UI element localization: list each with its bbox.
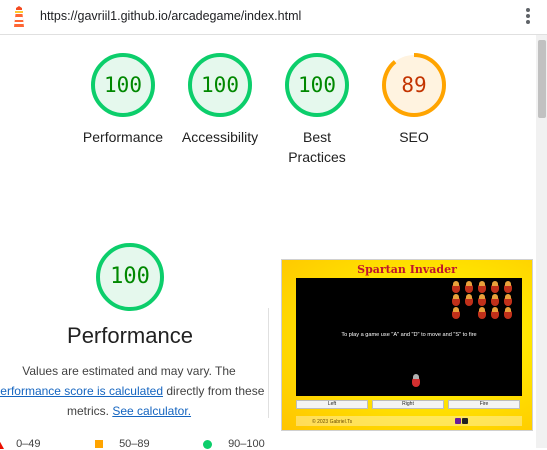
desc-text-2-part-a: directly from these <box>166 384 265 398</box>
right-button[interactable]: Right <box>372 400 444 409</box>
seo-label: SEO <box>399 129 429 145</box>
enemy-icon <box>450 307 462 320</box>
enemy-icon <box>489 281 501 294</box>
performance-score: 100 <box>104 73 142 97</box>
performance-detail-score: 100 <box>110 264 150 289</box>
enemy-icon <box>476 281 488 294</box>
address-bar: https://gavriil1.github.io/arcadegame/in… <box>0 0 547 35</box>
game-title: Spartan Invader <box>357 263 457 276</box>
copyright-text: © 2023 Gabriel.Ts <box>312 419 353 425</box>
legend-pass: 90–100 <box>203 438 265 450</box>
enemy-icon <box>476 294 488 307</box>
performance-description: Values are estimated and may vary. The p… <box>0 361 268 421</box>
desc-text-1: Values are estimated and may vary. The <box>22 364 236 378</box>
desc-text-2-part-b: metrics. <box>66 404 109 418</box>
enemy-icon <box>463 294 475 307</box>
lighthouse-icon <box>14 6 24 27</box>
performance-gauge[interactable]: 100 <box>90 52 156 118</box>
best-practices-label: Best Practices <box>288 129 346 165</box>
fire-button[interactable]: Fire <box>448 400 520 409</box>
legend-pass-range: 90–100 <box>228 438 265 450</box>
scrollbar-thumb[interactable] <box>538 40 546 118</box>
fail-triangle-icon <box>0 439 4 449</box>
enemy-icon <box>489 307 501 320</box>
section-divider <box>268 308 269 418</box>
performance-detail-title: Performance <box>67 323 193 348</box>
enemy-icon <box>502 307 514 320</box>
accessibility-label: Accessibility <box>181 129 259 145</box>
enemy-icon <box>463 281 475 294</box>
enemy-icon <box>476 307 488 320</box>
legend-fail-range: 0–49 <box>16 438 41 450</box>
kebab-menu-icon[interactable] <box>520 8 536 26</box>
accessibility-score: 100 <box>201 73 239 97</box>
seo-score: 89 <box>401 73 427 97</box>
game-canvas: To play a game use "A" and "D" to move a… <box>296 278 522 396</box>
page-screenshot-thumbnail[interactable]: Spartan Invader To play a game use "A" a… <box>281 259 533 431</box>
enemy-icon <box>502 281 514 294</box>
see-calculator-link[interactable]: See calculator. <box>112 404 191 418</box>
social-icon[interactable] <box>455 418 461 424</box>
enemy-icon <box>450 281 462 294</box>
score-calculated-link[interactable]: performance score is calculated <box>0 384 163 398</box>
accessibility-gauge[interactable]: 100 <box>187 52 253 118</box>
enemy-icon <box>502 294 514 307</box>
best-practices-gauge[interactable]: 100 <box>284 52 350 118</box>
pass-circle-icon <box>203 439 212 449</box>
best-practices-score: 100 <box>298 73 336 97</box>
enemy-icon <box>489 294 501 307</box>
performance-label: Performance <box>82 129 164 145</box>
legend-average: 50–89 <box>95 438 150 450</box>
left-button[interactable]: Left <box>296 400 368 409</box>
seo-gauge[interactable]: 89 <box>381 52 447 118</box>
legend-fail: 0–49 <box>0 438 41 450</box>
legend-average-range: 50–89 <box>119 438 150 450</box>
average-square-icon <box>95 440 103 449</box>
enemy-icon <box>450 294 462 307</box>
performance-detail-gauge: 100 <box>94 241 166 313</box>
player-ship-icon <box>410 374 422 388</box>
github-icon[interactable] <box>462 418 468 424</box>
url-text[interactable]: https://gavriil1.github.io/arcadegame/in… <box>40 9 301 23</box>
game-instructions: To play a game use "A" and "D" to move a… <box>341 332 477 338</box>
